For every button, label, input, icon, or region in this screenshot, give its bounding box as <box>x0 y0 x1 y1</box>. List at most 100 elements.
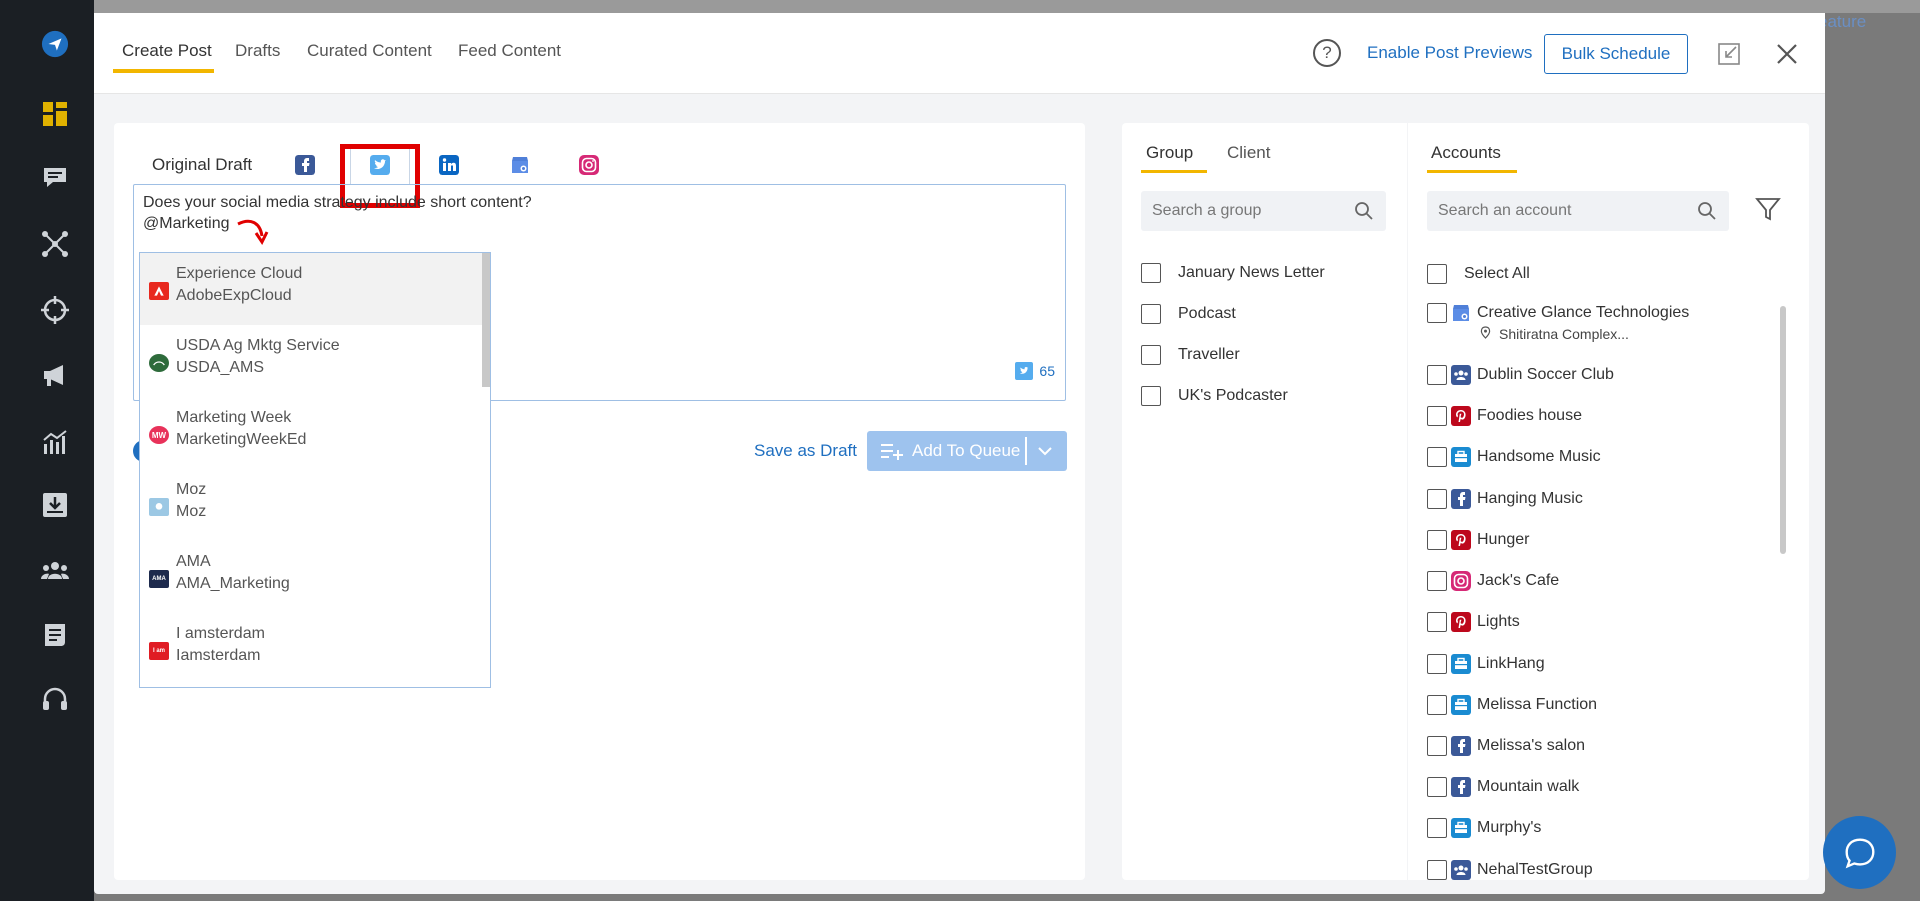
chevron-down-icon[interactable] <box>1037 444 1053 458</box>
search-icon[interactable] <box>1354 201 1374 221</box>
mention-name: USDA Ag Mktg Service <box>176 337 340 354</box>
users-icon[interactable] <box>40 556 70 586</box>
mention-handle: USDA_AMS <box>176 359 265 376</box>
chat-icon <box>1845 838 1874 868</box>
mention-suggestions-dropdown: Experience Cloud AdobeExpCloud USDA Ag M… <box>139 252 491 688</box>
tab-curated-content[interactable]: Curated Content <box>307 41 432 61</box>
select-all-checkbox[interactable] <box>1427 264 1447 284</box>
search-icon[interactable] <box>1697 201 1717 221</box>
send-logo-icon[interactable] <box>40 29 70 59</box>
group-search-input[interactable] <box>1141 191 1386 231</box>
group-checkbox[interactable] <box>1141 304 1161 324</box>
mention-item[interactable]: Moz Moz <box>140 469 482 541</box>
tab-create-post[interactable]: Create Post <box>122 41 212 61</box>
add-to-queue-button[interactable]: Add To Queue <box>867 431 1067 471</box>
create-post-modal: Create Post Drafts Curated Content Feed … <box>94 13 1825 894</box>
target-icon[interactable] <box>40 295 70 325</box>
tab-group[interactable]: Group <box>1146 143 1193 163</box>
headset-support-icon[interactable] <box>40 685 70 715</box>
tab-client[interactable]: Client <box>1227 143 1270 163</box>
facebook-icon[interactable] <box>295 155 315 175</box>
mention-item[interactable]: AMA AMA AMA_Marketing <box>140 541 482 613</box>
network-icon[interactable] <box>40 229 70 259</box>
save-as-draft-link[interactable]: Save as Draft <box>754 441 857 461</box>
messages-icon[interactable] <box>40 163 70 193</box>
backdrop <box>94 0 1920 13</box>
account-checkbox[interactable] <box>1427 860 1447 880</box>
mention-item[interactable]: Experience Cloud AdobeExpCloud <box>140 253 482 325</box>
accounts-scrollbar[interactable] <box>1780 306 1786 554</box>
account-checkbox[interactable] <box>1427 818 1447 838</box>
tab-original-draft[interactable]: Original Draft <box>152 155 252 175</box>
linkedin-icon[interactable] <box>439 155 459 175</box>
group-checkbox[interactable] <box>1141 345 1161 365</box>
account-checkbox[interactable] <box>1427 777 1447 797</box>
filter-icon[interactable] <box>1754 195 1782 223</box>
ama-logo-icon: AMA <box>149 570 169 588</box>
bulk-schedule-button[interactable]: Bulk Schedule <box>1544 34 1688 74</box>
account-checkbox[interactable] <box>1427 736 1447 756</box>
character-count: 65 <box>1015 362 1055 380</box>
select-all-label: Select All <box>1464 265 1530 282</box>
queue-list-icon <box>881 444 903 460</box>
facebook-icon <box>1451 777 1471 797</box>
account-label: Lights <box>1477 613 1520 630</box>
gmb-icon <box>1451 303 1471 323</box>
dashboard-icon[interactable] <box>40 99 70 129</box>
account-checkbox[interactable] <box>1427 530 1447 550</box>
account-checkbox[interactable] <box>1427 447 1447 467</box>
dropdown-scrollbar[interactable] <box>482 253 490 387</box>
tab-feed-content[interactable]: Feed Content <box>458 41 561 61</box>
mention-item[interactable]: USDA Ag Mktg Service USDA_AMS <box>140 325 482 397</box>
enable-post-previews-link[interactable]: Enable Post Previews <box>1367 43 1532 63</box>
mention-item[interactable]: MW Marketing Week MarketingWeekEd <box>140 397 482 469</box>
tab-accounts[interactable]: Accounts <box>1431 143 1501 163</box>
mention-handle: AdobeExpCloud <box>176 287 292 304</box>
red-arrow-icon <box>237 219 269 245</box>
modal-header: Create Post Drafts Curated Content Feed … <box>94 13 1825 94</box>
app-sidebar <box>0 0 94 901</box>
group-tab-indicator <box>1141 170 1207 173</box>
analytics-icon[interactable] <box>40 427 70 457</box>
i-amsterdam-logo-icon: I am <box>149 642 169 660</box>
business-icon <box>1451 818 1471 838</box>
tab-drafts[interactable]: Drafts <box>235 41 280 61</box>
chat-support-button[interactable] <box>1823 816 1896 889</box>
account-checkbox[interactable] <box>1427 612 1447 632</box>
account-checkbox[interactable] <box>1427 489 1447 509</box>
group-label: January News Letter <box>1178 264 1325 281</box>
account-search-input[interactable] <box>1427 191 1729 231</box>
character-count-value: 65 <box>1039 363 1055 379</box>
mention-handle: AMA_Marketing <box>176 575 290 592</box>
group-checkbox[interactable] <box>1141 263 1161 283</box>
reports-icon[interactable] <box>40 620 70 650</box>
account-checkbox[interactable] <box>1427 406 1447 426</box>
account-checkbox[interactable] <box>1427 571 1447 591</box>
google-business-icon[interactable] <box>510 155 530 175</box>
location-pin-icon <box>1480 326 1491 344</box>
mention-item[interactable]: I am I amsterdam Iamsterdam <box>140 613 482 685</box>
account-checkbox[interactable] <box>1427 303 1447 323</box>
group-checkbox[interactable] <box>1141 386 1161 406</box>
account-label: Melissa's salon <box>1477 737 1585 754</box>
instagram-icon[interactable] <box>579 155 599 175</box>
account-label: NehalTestGroup <box>1477 861 1593 878</box>
minimize-icon[interactable] <box>1718 43 1740 65</box>
account-checkbox[interactable] <box>1427 654 1447 674</box>
facebook-icon <box>1451 736 1471 756</box>
close-icon[interactable] <box>1775 42 1799 66</box>
account-label: Hunger <box>1477 531 1530 548</box>
post-text-line-1: Does your social media strategy include … <box>143 194 532 211</box>
group-label: Traveller <box>1178 346 1240 363</box>
megaphone-icon[interactable] <box>40 360 70 390</box>
account-location: Shitiratna Complex... <box>1499 326 1629 342</box>
inbox-download-icon[interactable] <box>40 490 70 520</box>
help-icon[interactable]: ? <box>1313 39 1341 67</box>
mention-handle: Iamsterdam <box>176 647 261 664</box>
mention-name: I amsterdam <box>176 625 265 642</box>
account-checkbox[interactable] <box>1427 365 1447 385</box>
instagram-icon <box>1451 571 1471 591</box>
account-checkbox[interactable] <box>1427 695 1447 715</box>
feature-link[interactable]: eature <box>1818 12 1866 32</box>
adobe-logo-icon <box>149 282 169 300</box>
